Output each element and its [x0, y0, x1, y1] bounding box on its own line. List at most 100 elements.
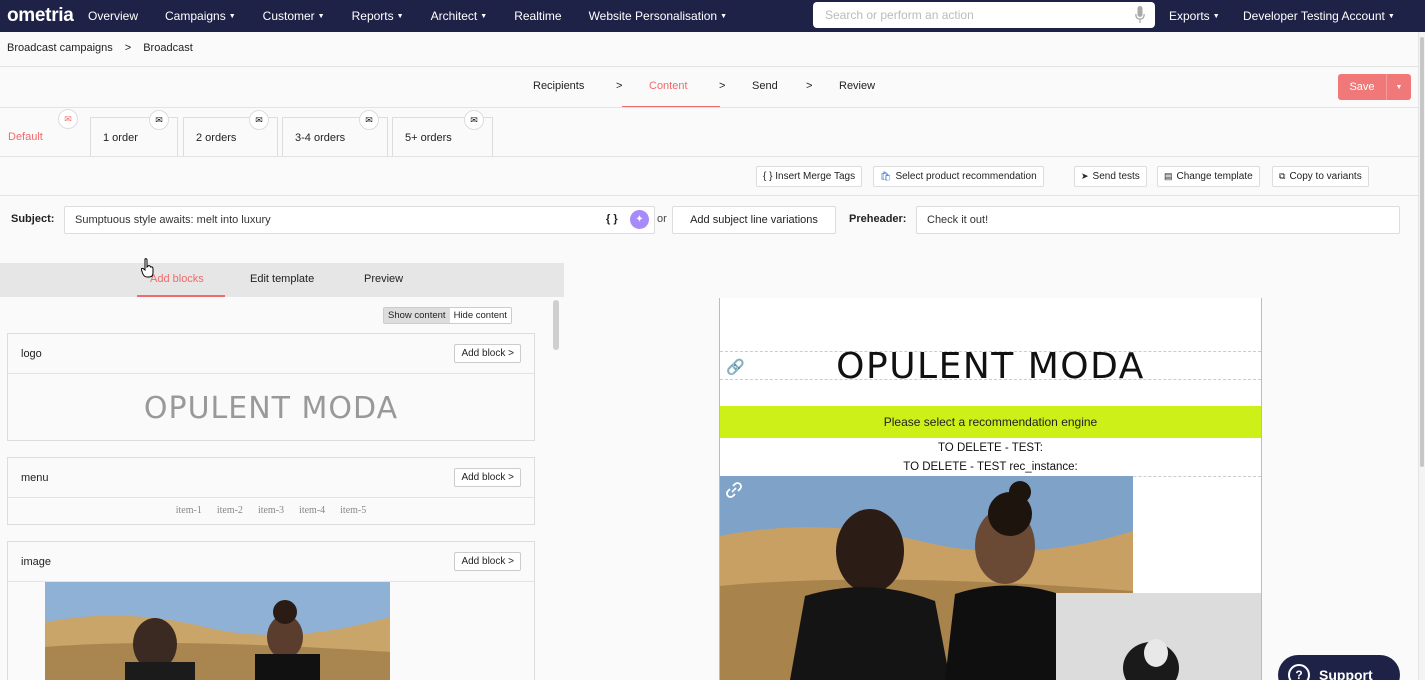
tab-edit-template[interactable]: Edit template [250, 273, 314, 285]
subject-field[interactable]: Sumptuous style awaits: melt into luxury [64, 206, 655, 234]
save-dropdown-icon[interactable]: ▼ [1386, 74, 1411, 100]
nav-architect[interactable]: Architect ▼ [431, 9, 488, 23]
caret-down-icon: ▼ [228, 13, 236, 20]
menu-item: item-2 [216, 505, 243, 516]
logo-preview: OPULENT MODA [143, 391, 399, 426]
step-separator: > [616, 80, 623, 92]
add-block-button[interactable]: Add block > [454, 552, 521, 571]
ometria-logo[interactable]: ometria [0, 5, 88, 27]
nav-realtime[interactable]: Realtime [514, 9, 561, 23]
nav-reports[interactable]: Reports ▼ [352, 9, 404, 23]
select-product-recommendation-button[interactable]: 🛍 Select product recommendation [873, 166, 1044, 187]
tab-variant-5-plus-orders[interactable]: 5+ orders ✉ [392, 110, 493, 157]
search-box [813, 2, 1155, 28]
exports-menu[interactable]: Exports ▼ [1169, 0, 1220, 32]
envelope-icon: ✉ [359, 110, 379, 130]
add-block-button[interactable]: Add block > [454, 344, 521, 363]
envelope-icon: ✉ [58, 109, 78, 129]
preheader-label: Preheader: [849, 213, 907, 225]
block-title: image [21, 556, 51, 568]
divider [0, 156, 1418, 157]
block-logo: logo Add block > OPULENT MODA [7, 333, 535, 441]
insert-merge-tags-button[interactable]: { } Insert Merge Tags [756, 166, 863, 187]
preheader-field[interactable]: Check it out! [916, 206, 1400, 234]
copy-icon: ⧉ [1279, 171, 1286, 181]
save-button[interactable]: Save ▼ [1338, 74, 1411, 100]
nav-customer[interactable]: Customer ▼ [263, 9, 325, 23]
show-content-button[interactable]: Show content [384, 308, 450, 323]
tab-add-blocks[interactable]: Add blocks [150, 273, 204, 285]
tab-variant-3-4-orders[interactable]: 3-4 orders ✉ [282, 110, 388, 157]
step-content[interactable]: Content [649, 80, 688, 92]
caret-down-icon: ▼ [480, 13, 488, 20]
test-text-line: TO DELETE - TEST: [937, 442, 1044, 454]
secondary-image[interactable] [1056, 593, 1261, 680]
step-separator: > [806, 80, 813, 92]
step-send[interactable]: Send [752, 80, 778, 92]
hide-content-button[interactable]: Hide content [450, 308, 511, 323]
divider [0, 195, 1418, 196]
step-separator: > [719, 80, 726, 92]
caret-down-icon: ▼ [317, 13, 325, 20]
fashion-image-thumbnail [45, 582, 390, 680]
menu-item: item-5 [340, 505, 367, 516]
tab-preview[interactable]: Preview [364, 273, 403, 285]
tab-variant-1-order[interactable]: 1 order ✉ [90, 110, 178, 157]
block-image: image Add block > [7, 541, 535, 680]
product-bag-icon: 🛍 [880, 171, 892, 181]
or-label: or [657, 213, 667, 225]
link-icon[interactable] [724, 480, 744, 500]
copy-to-variants-button[interactable]: ⧉ Copy to variants [1272, 166, 1369, 187]
menu-item: item-4 [299, 505, 326, 516]
envelope-icon: ✉ [464, 110, 484, 130]
caret-down-icon: ▼ [1387, 12, 1395, 20]
breadcrumb: Broadcast campaigns > Broadcast [7, 42, 193, 54]
editor-panel-tabs: Add blocks Edit template Preview [0, 263, 564, 297]
envelope-icon: ✉ [149, 110, 169, 130]
envelope-icon: ✉ [249, 110, 269, 130]
account-menu[interactable]: Developer Testing Account ▼ [1243, 0, 1395, 32]
block-menu: menu Add block > item-1 item-2 item-3 it… [7, 457, 535, 525]
block-title: logo [21, 348, 42, 360]
email-logo[interactable]: OPULENT MODA [720, 346, 1261, 387]
menu-item: item-1 [175, 505, 202, 516]
send-icon: ➤ [1081, 171, 1089, 181]
breadcrumb-separator: > [124, 42, 132, 54]
block-title: menu [21, 472, 49, 484]
ai-sparkle-icon[interactable]: ✦ [630, 210, 649, 229]
support-button[interactable]: ? Support [1278, 655, 1400, 680]
hand-cursor-icon [141, 258, 154, 278]
nav-overview[interactable]: Overview [88, 9, 138, 23]
tab-variant-default[interactable]: Default ✉ [0, 109, 86, 157]
top-nav: ometria Overview Campaigns ▼ Customer ▼ Re… [0, 0, 1425, 32]
divider [0, 107, 1418, 108]
subject-label: Subject: [11, 213, 55, 225]
content-visibility-toggle: Show content Hide content [383, 307, 512, 324]
email-preview: 🔗 OPULENT MODA Please select a recommend… [719, 298, 1262, 680]
caret-down-icon: ▼ [1212, 12, 1220, 20]
breadcrumb-broadcast-campaigns[interactable]: Broadcast campaigns [7, 42, 113, 54]
caret-down-icon: ▼ [720, 13, 728, 20]
merge-tags-icon[interactable]: { } [606, 213, 618, 225]
send-tests-button[interactable]: ➤ Send tests [1074, 166, 1147, 187]
recommendation-engine-banner[interactable]: Please select a recommendation engine [720, 406, 1261, 438]
tab-variant-2-orders[interactable]: 2 orders ✉ [183, 110, 278, 157]
nav-campaigns[interactable]: Campaigns ▼ [165, 9, 236, 23]
help-icon: ? [1288, 664, 1310, 680]
test-text-line: TO DELETE - TEST rec_instance: [903, 461, 1078, 473]
divider [0, 66, 1418, 67]
step-recipients[interactable]: Recipients [533, 80, 584, 92]
add-block-button[interactable]: Add block > [454, 468, 521, 487]
add-subject-line-variations-button[interactable]: Add subject line variations [672, 206, 836, 234]
save-button-label: Save [1349, 81, 1375, 93]
change-template-button[interactable]: ▤ Change template [1157, 166, 1260, 187]
microphone-icon[interactable] [1135, 6, 1145, 24]
nav-website-personalisation[interactable]: Website Personalisation ▼ [589, 9, 727, 23]
active-tab-indicator [137, 295, 225, 297]
menu-preview: item-1 item-2 item-3 item-4 item-5 [8, 498, 534, 516]
step-review[interactable]: Review [839, 80, 875, 92]
search-input[interactable] [825, 8, 1125, 22]
campaign-stepper: Recipients > Content > Send > Review [0, 80, 1418, 94]
page-scrollbar[interactable] [1418, 32, 1425, 680]
panel-scrollbar[interactable] [553, 300, 559, 350]
